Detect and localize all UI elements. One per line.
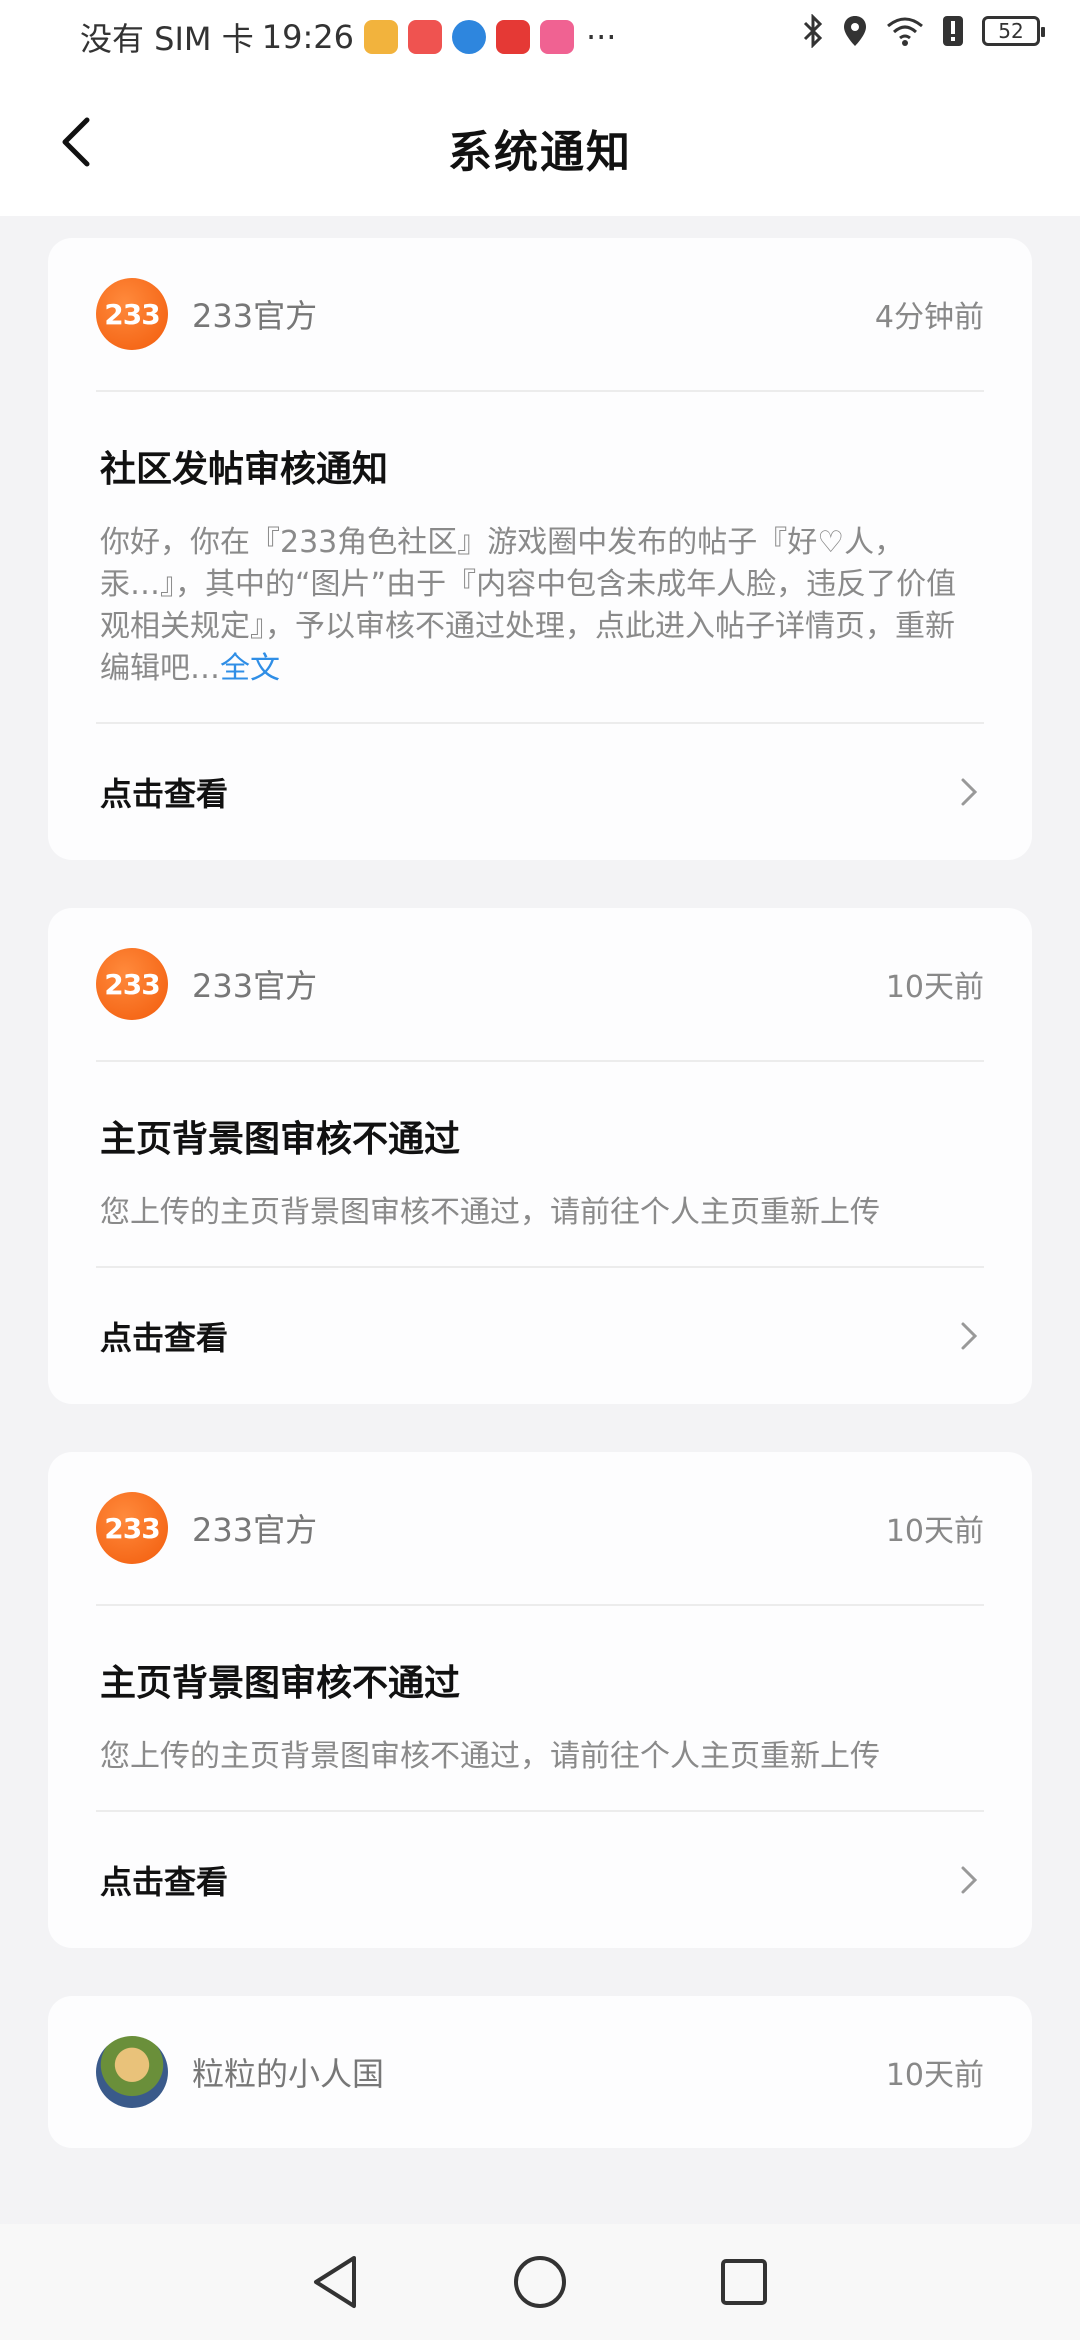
back-triangle-icon[interactable]: [310, 2254, 362, 2310]
page-title: 系统通知: [448, 127, 632, 178]
top-nav-bar: 系统通知: [0, 72, 1080, 216]
app-notification-icon: [407, 20, 442, 54]
status-right: 52: [802, 14, 1045, 48]
status-left: 没有 SIM 卡 19:26 ···: [80, 14, 616, 60]
battery-icon: 52: [982, 16, 1045, 46]
card-body[interactable]: 主页背景图审核不通过 您上传的主页背景图审核不通过，请前往个人主页重新上传: [96, 1606, 984, 1812]
app-notification-icon: [363, 20, 398, 54]
sender-name[interactable]: 233官方: [192, 1505, 886, 1551]
avatar[interactable]: 233: [96, 278, 168, 350]
view-details-row[interactable]: 点击查看: [96, 724, 984, 860]
view-details-label: 点击查看: [100, 1863, 229, 1901]
notification-title: 主页背景图审核不通过: [100, 1663, 461, 1704]
more-notifications-icon: ···: [585, 18, 617, 56]
notification-text: 你好，你在『233角色社区』游戏圈中发布的帖子『好♡人，汞…』，其中的“图片”由…: [100, 522, 984, 690]
card-body[interactable]: 主页背景图审核不通过 您上传的主页背景图审核不通过，请前往个人主页重新上传: [96, 1062, 984, 1268]
notification-title: 主页背景图审核不通过: [100, 1119, 461, 1160]
location-icon: [844, 16, 866, 46]
sender-name[interactable]: 233官方: [192, 291, 875, 337]
chevron-right-icon: [954, 777, 984, 807]
notification-text: 您上传的主页背景图审核不通过，请前往个人主页重新上传: [100, 1195, 880, 1230]
notification-list: 233 233官方 4分钟前 社区发帖审核通知 你好，你在『233角色社区』游戏…: [48, 238, 1032, 2196]
avatar[interactable]: 233: [96, 948, 168, 1020]
clock-text: 19:26: [261, 18, 354, 56]
view-details-label: 点击查看: [100, 1319, 229, 1357]
card-header: 粒粒的小人国 10天前: [96, 1996, 984, 2148]
notification-card: 233 233官方 4分钟前 社区发帖审核通知 你好，你在『233角色社区』游戏…: [48, 238, 1032, 860]
sender-name[interactable]: 粒粒的小人国: [192, 2049, 886, 2095]
chevron-right-icon: [954, 1321, 984, 1351]
card-header: 233 233官方 10天前: [96, 1452, 984, 1606]
timestamp: 10天前: [885, 1514, 984, 1549]
avatar[interactable]: 233: [96, 1492, 168, 1564]
notification-card: 233 233官方 10天前 主页背景图审核不通过 您上传的主页背景图审核不通过…: [48, 1452, 1032, 1948]
app-notification-icon: [539, 20, 574, 54]
app-notification-icon: [451, 20, 486, 54]
recents-square-icon[interactable]: [718, 2256, 770, 2308]
full-text-link[interactable]: 全文: [220, 651, 280, 686]
sender-name[interactable]: 233官方: [192, 961, 886, 1007]
status-bar: 没有 SIM 卡 19:26 ··· 52: [0, 0, 1080, 72]
view-details-label: 点击查看: [100, 775, 229, 813]
chevron-right-icon: [954, 1865, 984, 1895]
notification-card: 233 233官方 10天前 主页背景图审核不通过 您上传的主页背景图审核不通过…: [48, 908, 1032, 1404]
battery-level: 52: [998, 19, 1024, 43]
notification-card: 粒粒的小人国 10天前: [48, 1996, 1032, 2148]
avatar[interactable]: [96, 2036, 168, 2108]
view-details-row[interactable]: 点击查看: [96, 1268, 984, 1404]
system-nav-bar: [0, 2224, 1080, 2340]
card-body[interactable]: 社区发帖审核通知 你好，你在『233角色社区』游戏圈中发布的帖子『好♡人，汞…』…: [96, 392, 984, 724]
bluetooth-icon: [803, 14, 823, 48]
card-header: 233 233官方 4分钟前: [96, 238, 984, 392]
carrier-text: 没有 SIM 卡: [80, 20, 254, 58]
view-details-row[interactable]: 点击查看: [96, 1812, 984, 1948]
notification-title: 社区发帖审核通知: [100, 449, 389, 490]
card-header: 233 233官方 10天前: [96, 908, 984, 1062]
timestamp: 10天前: [885, 970, 984, 1005]
wifi-icon: [887, 17, 923, 46]
app-notification-icon: [495, 20, 530, 54]
timestamp: 10天前: [885, 2058, 984, 2093]
alert-icon: [943, 16, 963, 46]
timestamp: 4分钟前: [874, 300, 984, 335]
notification-text: 您上传的主页背景图审核不通过，请前往个人主页重新上传: [100, 1739, 880, 1774]
home-circle-icon[interactable]: [512, 2254, 568, 2310]
